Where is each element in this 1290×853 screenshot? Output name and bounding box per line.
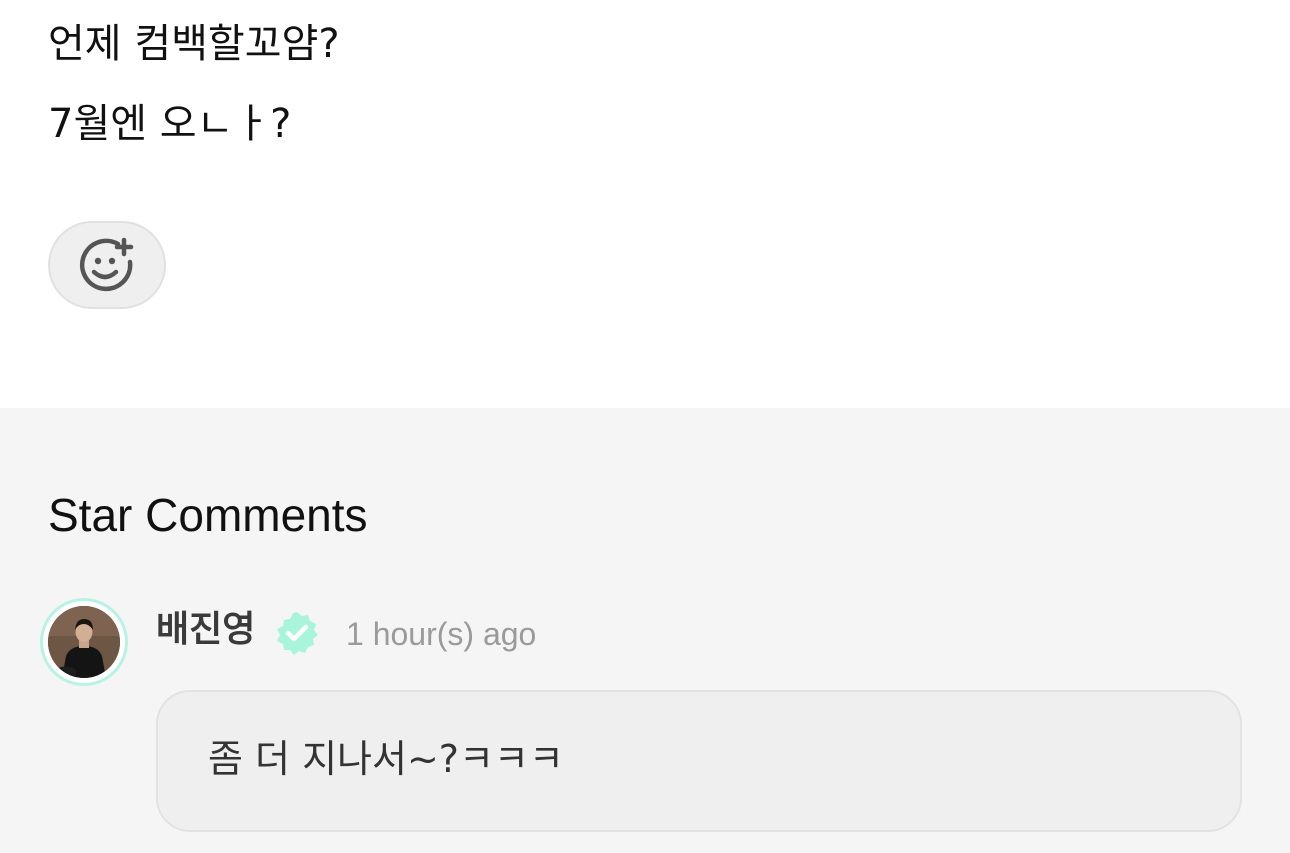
comment-timestamp: 1 hour(s) ago: [346, 616, 537, 652]
post-text-line: 7월엔 오ㄴㅏ?: [48, 101, 292, 147]
avatar-image: [48, 606, 120, 678]
post-content: 언제 컴백할꼬얌? 7월엔 오ㄴㅏ?: [0, 0, 1290, 408]
comment-author-name[interactable]: 배진영: [156, 608, 255, 652]
comment-bubble: 좀 더 지나서~?ㅋㅋㅋ: [156, 690, 1242, 832]
star-comments-section: Star Comments 배진영 1 hour(s) ago 좀 더 지나서~…: [0, 408, 1290, 853]
section-title: Star Comments: [48, 489, 368, 541]
post-text-line: 언제 컴백할꼬얌?: [48, 21, 340, 67]
add-reaction-icon: [78, 236, 136, 294]
avatar[interactable]: [40, 598, 128, 686]
comment-text: 좀 더 지나서~?ㅋㅋㅋ: [208, 737, 564, 781]
add-reaction-button[interactable]: [48, 221, 166, 309]
verified-badge-icon: [274, 610, 320, 656]
